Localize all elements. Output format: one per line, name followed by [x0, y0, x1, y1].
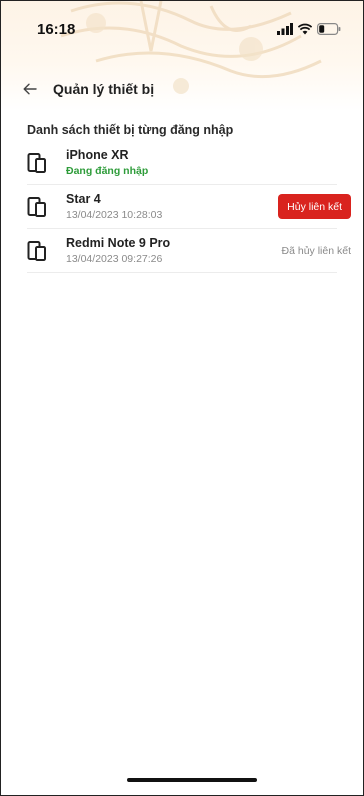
unlink-button[interactable]: Hủy liên kết [278, 194, 351, 219]
device-info: Star 4 13/04/2023 10:28:03 [66, 191, 278, 222]
page-title: Quản lý thiết bị [53, 81, 155, 97]
device-row: Redmi Note 9 Pro 13/04/2023 09:27:26 Đã … [27, 229, 351, 273]
device-row: Star 4 13/04/2023 10:28:03 Hủy liên kết [27, 185, 351, 229]
devices-icon [27, 196, 46, 217]
unlinked-status-label: Đã hủy liên kết [281, 244, 351, 257]
device-name: iPhone XR [66, 148, 129, 162]
section-title: Danh sách thiết bị từng đăng nhập [27, 123, 234, 137]
device-name: Star 4 [66, 192, 101, 206]
status-time: 16:18 [37, 20, 76, 38]
home-indicator [127, 778, 257, 782]
device-status-active: Đang đăng nhập [66, 165, 149, 177]
device-name: Redmi Note 9 Pro [66, 236, 171, 250]
main-content: Danh sách thiết bị từng đăng nhập iPhone… [1, 113, 363, 273]
status-bar: 16:18 [1, 1, 363, 57]
device-last-login: 13/04/2023 10:28:03 [66, 209, 163, 221]
back-button[interactable] [19, 78, 41, 100]
device-info: Redmi Note 9 Pro 13/04/2023 09:27:26 [66, 235, 282, 266]
battery-icon [317, 23, 341, 35]
device-list: iPhone XR Đang đăng nhập Star 4 13/04/20… [27, 141, 351, 273]
arrow-left-icon [23, 83, 37, 95]
device-info: iPhone XR Đang đăng nhập [66, 147, 337, 178]
signal-icon [277, 23, 293, 35]
app-screen: 16:18 Quản lý thiết bị Danh sách thiết b… [0, 0, 364, 796]
device-last-login: 13/04/2023 09:27:26 [66, 253, 163, 265]
status-icons [277, 23, 341, 35]
wifi-icon [298, 23, 312, 35]
devices-icon [27, 152, 46, 173]
devices-icon [27, 240, 46, 261]
nav-bar: Quản lý thiết bị [1, 71, 363, 107]
device-row: iPhone XR Đang đăng nhập [27, 141, 337, 185]
